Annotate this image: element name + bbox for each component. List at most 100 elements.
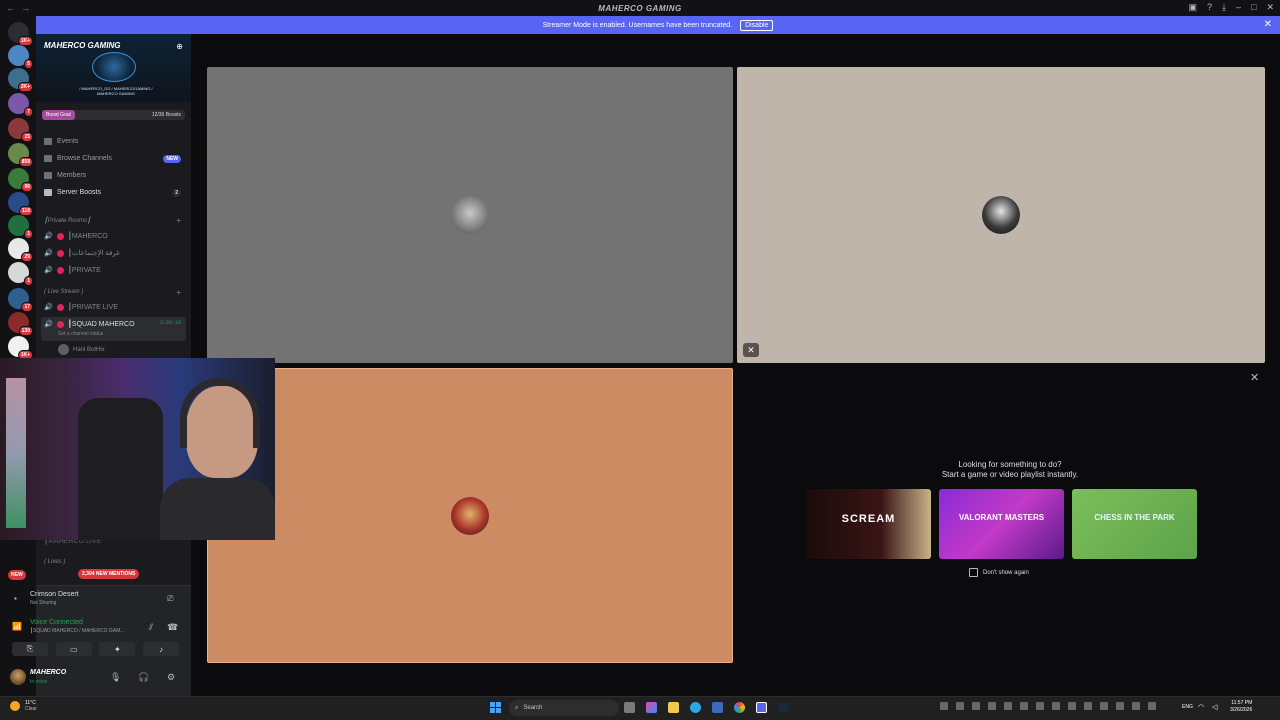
steam-icon[interactable] (778, 702, 789, 713)
set-channel-status[interactable]: Set a channel status (58, 331, 103, 337)
close-banner-icon[interactable]: ✕ (1264, 19, 1272, 30)
server-icon[interactable]: 118 (8, 192, 33, 216)
voice-channel[interactable]: 🔊 ┃غرفة الإجتماعات (44, 249, 120, 257)
username[interactable]: MAHERCO (30, 669, 66, 676)
guild-banner[interactable]: MAHERCO GAMING ⊕ / MAHERCO_GG / MAHERCOG… (36, 34, 191, 102)
server-icon[interactable]: 15 (8, 118, 33, 142)
maximize-button[interactable]: □ (1251, 2, 1256, 13)
voice-connected-label[interactable]: Voice Connected (30, 619, 83, 626)
back-forward-arrows[interactable]: ←→ (6, 3, 36, 13)
volume-icon[interactable]: ◁ (1212, 703, 1217, 711)
category-private-rooms[interactable]: ┃Private Rooms┃ (44, 217, 91, 224)
language-indicator[interactable]: ENG (1182, 704, 1193, 710)
category-lives[interactable]: ( Lives ) (44, 559, 65, 565)
activities-button[interactable]: ✦ (99, 642, 136, 656)
headphones-icon[interactable]: 🎧 (138, 672, 149, 683)
voice-connected-channel[interactable]: ┃SQUAD MAHERCO / MAHERCO GAM... (30, 628, 124, 634)
voice-channel[interactable]: 🔊 ┃PRIVATE LIVE (44, 303, 118, 311)
settings-gear-icon[interactable]: ⚙ (167, 672, 175, 683)
dont-show-again-checkbox[interactable]: Don't show again (969, 568, 1029, 577)
windows-start-icon[interactable] (490, 702, 501, 713)
tray-icon[interactable] (1068, 702, 1076, 710)
server-icon[interactable]: 5 (8, 45, 33, 69)
soundboard-button[interactable]: ♪ (143, 642, 180, 656)
close-activities-icon[interactable]: ✕ (1250, 371, 1259, 384)
calendar-icon (44, 138, 52, 145)
server-icon[interactable]: 1 (8, 215, 33, 239)
server-icon[interactable]: 1K+ (8, 336, 33, 360)
server-icon[interactable]: 96 (8, 168, 33, 192)
chrome-icon[interactable] (734, 702, 745, 713)
disconnect-icon[interactable]: ☎ (167, 622, 178, 633)
nav-events[interactable]: Events (44, 138, 78, 145)
close-window-button[interactable]: ✕ (1266, 2, 1274, 13)
server-icon[interactable]: 29 (8, 238, 33, 262)
add-channel-icon[interactable]: + (176, 216, 181, 225)
activity-card-valorant[interactable]: VALORANT MASTERS (939, 489, 1064, 559)
invite-people-icon[interactable]: ⊕ (176, 42, 183, 51)
copilot-icon[interactable] (646, 702, 657, 713)
share-screen-button[interactable]: ▭ (55, 642, 92, 656)
voice-member[interactable]: Hani BotHix (58, 344, 105, 355)
voice-channel[interactable]: 🔊 ┃PRIVATE (44, 266, 101, 274)
noise-suppression-icon[interactable]: ⫽ (149, 622, 153, 633)
tray-icon[interactable] (988, 702, 996, 710)
tray-icon[interactable] (1148, 702, 1156, 710)
edge-browser-icon[interactable] (690, 702, 701, 713)
tray-icon[interactable] (972, 702, 980, 710)
camera-button[interactable]: ⎘ (11, 642, 48, 656)
tray-icon[interactable] (1020, 702, 1028, 710)
microphone-icon[interactable]: 🎙 (110, 672, 121, 683)
store-icon[interactable] (712, 702, 723, 713)
tray-icon[interactable] (1052, 702, 1060, 710)
avatar[interactable] (10, 669, 26, 685)
server-icon[interactable]: 7 (8, 93, 33, 117)
server-icon[interactable]: 858 (8, 143, 33, 167)
tray-icon[interactable] (1036, 702, 1044, 710)
stream-game-icon[interactable]: ⎚ (167, 594, 173, 604)
nav-members[interactable]: Members (44, 172, 86, 179)
tray-icon[interactable] (1132, 702, 1140, 710)
server-icon[interactable]: 2K+ (8, 68, 33, 92)
nav-server-boosts[interactable]: Server Boosts (44, 189, 101, 196)
help-icon[interactable]: ? (1207, 2, 1212, 13)
server-icon[interactable]: 130 (8, 312, 33, 336)
taskbar-clock[interactable]: 11:57 PM 3/26/2026 (1230, 700, 1252, 714)
tray-icon[interactable] (1100, 702, 1108, 710)
voice-channel-active[interactable]: 🔊 ┃SQUAD MAHERCO (44, 320, 135, 328)
category-live-stream[interactable]: ( Live Stream ) (44, 289, 83, 295)
server-icon[interactable]: 17 (8, 288, 33, 312)
minimize-button[interactable]: – (1236, 2, 1241, 13)
tray-icon[interactable] (956, 702, 964, 710)
weather-widget[interactable]: 11°C Clear (10, 700, 37, 712)
participant-tile[interactable]: ✕ (737, 67, 1265, 363)
taskbar-search[interactable]: ⌕ Search (509, 700, 619, 716)
direct-messages-icon[interactable]: 1K+ (8, 22, 33, 46)
participant-tile[interactable] (207, 368, 733, 663)
boost-goal-bar[interactable]: Boost Goal 12/36 Boosts (42, 110, 185, 120)
checkbox[interactable] (969, 568, 978, 577)
tray-icon[interactable] (1116, 702, 1124, 710)
server-icon[interactable]: 1 (8, 262, 33, 286)
new-unread-pill[interactable]: NEW (8, 570, 26, 580)
tray-icon[interactable] (940, 702, 948, 710)
activity-card-chess[interactable]: CHESS IN THE PARK (1072, 489, 1197, 559)
tray-icon[interactable] (1084, 702, 1092, 710)
discord-taskbar-icon[interactable] (756, 702, 767, 713)
activity-card-scream[interactable]: SCREAM (806, 489, 931, 559)
connection-icon[interactable]: 📶 (12, 622, 22, 631)
inbox-icon[interactable]: ▣ (1188, 2, 1197, 13)
download-icon[interactable]: ⤓ (1222, 2, 1226, 13)
file-explorer-icon[interactable] (668, 702, 679, 713)
voice-channel[interactable]: 🔊 ┃MAHERCO (44, 232, 108, 240)
disable-streamer-button[interactable]: Disable (740, 19, 774, 31)
guild-name[interactable]: MAHERCO GAMING (44, 41, 120, 50)
tray-icon[interactable] (1004, 702, 1012, 710)
wifi-icon[interactable]: ◠ (1198, 703, 1204, 711)
system-tray[interactable] (940, 702, 1156, 710)
new-mentions-pill[interactable]: 2,304 NEW MENTIONS (78, 569, 140, 579)
add-channel-icon[interactable]: + (176, 288, 181, 297)
participant-tile[interactable] (207, 67, 733, 363)
nav-browse-channels[interactable]: Browse Channels (44, 155, 112, 162)
task-view-icon[interactable] (624, 702, 635, 713)
